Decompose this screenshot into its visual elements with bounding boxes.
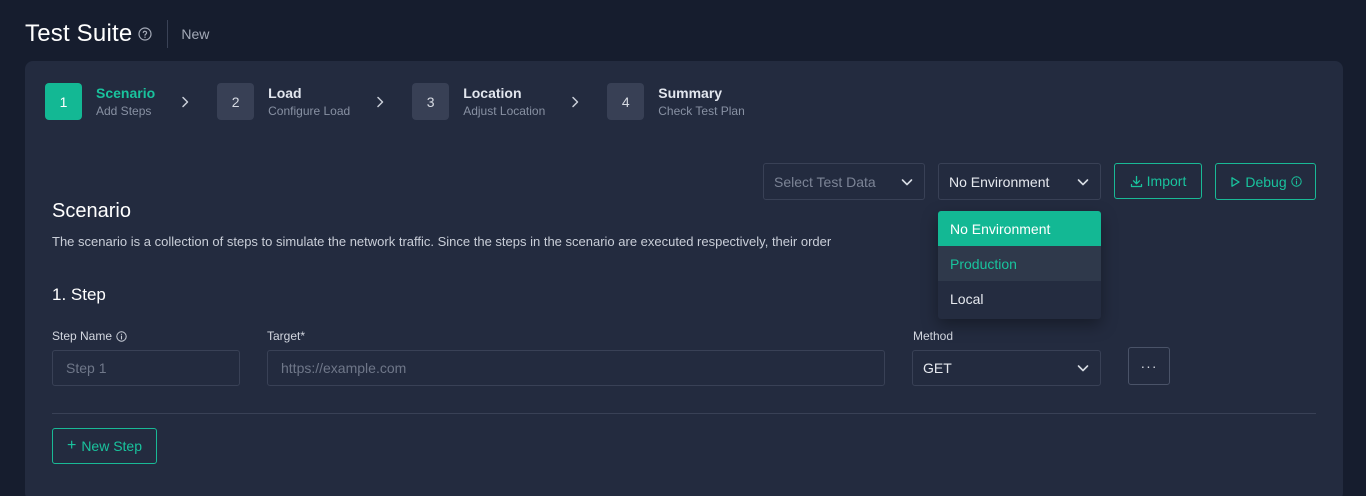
environment-value: No Environment bbox=[949, 173, 1050, 190]
step-name-label: Step Name bbox=[52, 329, 127, 343]
step-subtitle: Add Steps bbox=[96, 103, 152, 118]
step-number: 2 bbox=[217, 83, 255, 120]
import-label: Import bbox=[1146, 173, 1187, 189]
more-options-button[interactable]: ··· bbox=[1128, 347, 1170, 385]
info-icon bbox=[1290, 176, 1302, 187]
play-icon bbox=[1231, 176, 1241, 187]
dropdown-option-no-environment[interactable]: No Environment bbox=[938, 211, 1101, 246]
page-title: Test Suite bbox=[25, 20, 133, 47]
step-subtitle: Adjust Location bbox=[463, 103, 546, 118]
step-title: Scenario bbox=[96, 84, 156, 101]
page-subtitle: New bbox=[181, 26, 210, 42]
wizard-step-location[interactable]: 3 Location Adjust Location bbox=[412, 83, 545, 120]
header-divider bbox=[167, 20, 169, 48]
step-heading: 1. Step bbox=[52, 285, 106, 304]
wizard-steps: 1 Scenario Add Steps 2 Load Configure Lo… bbox=[45, 83, 745, 120]
test-data-select[interactable]: Select Test Data bbox=[763, 163, 925, 200]
info-icon[interactable] bbox=[116, 330, 127, 342]
chevron-right-icon bbox=[567, 94, 583, 110]
section-divider bbox=[52, 413, 1316, 414]
chevron-right-icon bbox=[177, 94, 193, 110]
download-icon bbox=[1130, 175, 1142, 187]
test-data-placeholder: Select Test Data bbox=[774, 173, 876, 190]
wizard-step-summary[interactable]: 4 Summary Check Test Plan bbox=[607, 83, 745, 120]
step-name-input[interactable]: Step 1 bbox=[52, 350, 240, 386]
step-number: 4 bbox=[607, 83, 645, 120]
section-title: Scenario bbox=[52, 200, 131, 222]
step-title: Summary bbox=[658, 84, 723, 101]
dropdown-option-local[interactable]: Local bbox=[938, 281, 1101, 316]
section-description: The scenario is a collection of steps to… bbox=[52, 234, 832, 249]
method-value: GET bbox=[923, 360, 952, 376]
target-placeholder: https://example.com bbox=[281, 360, 407, 376]
plus-icon: + bbox=[66, 437, 77, 454]
method-label: Method bbox=[913, 329, 954, 343]
debug-button[interactable]: Debug bbox=[1215, 163, 1316, 200]
step-subtitle: Configure Load bbox=[268, 103, 351, 118]
step-title: Load bbox=[268, 84, 302, 101]
chevron-down-icon bbox=[1076, 175, 1090, 189]
step-number: 1 bbox=[45, 83, 82, 120]
debug-label: Debug bbox=[1245, 173, 1287, 190]
import-button[interactable]: Import bbox=[1114, 163, 1202, 199]
environment-select[interactable]: No Environment bbox=[938, 163, 1101, 200]
page-header: Test Suite New bbox=[25, 18, 209, 50]
step-name-label-text: Step Name bbox=[52, 329, 113, 343]
new-step-label: New Step bbox=[81, 438, 143, 454]
new-step-button[interactable]: + New Step bbox=[52, 428, 157, 464]
main-card: 1 Scenario Add Steps 2 Load Configure Lo… bbox=[25, 61, 1343, 496]
target-label: Target* bbox=[267, 329, 306, 343]
chevron-right-icon bbox=[372, 94, 388, 110]
step-title: Location bbox=[463, 84, 522, 101]
wizard-step-load[interactable]: 2 Load Configure Load bbox=[217, 83, 350, 120]
environment-dropdown-menu: No Environment Production Local bbox=[938, 211, 1101, 319]
help-circle-icon[interactable] bbox=[138, 27, 152, 41]
method-select[interactable]: GET bbox=[912, 350, 1101, 386]
chevron-down-icon bbox=[1076, 361, 1090, 375]
step-number: 3 bbox=[412, 83, 450, 120]
step-name-placeholder: Step 1 bbox=[66, 360, 107, 376]
chevron-down-icon bbox=[900, 175, 914, 189]
wizard-step-scenario[interactable]: 1 Scenario Add Steps bbox=[45, 83, 155, 120]
dropdown-option-production[interactable]: Production bbox=[938, 246, 1101, 281]
step-subtitle: Check Test Plan bbox=[658, 103, 745, 118]
target-input[interactable]: https://example.com bbox=[267, 350, 885, 386]
